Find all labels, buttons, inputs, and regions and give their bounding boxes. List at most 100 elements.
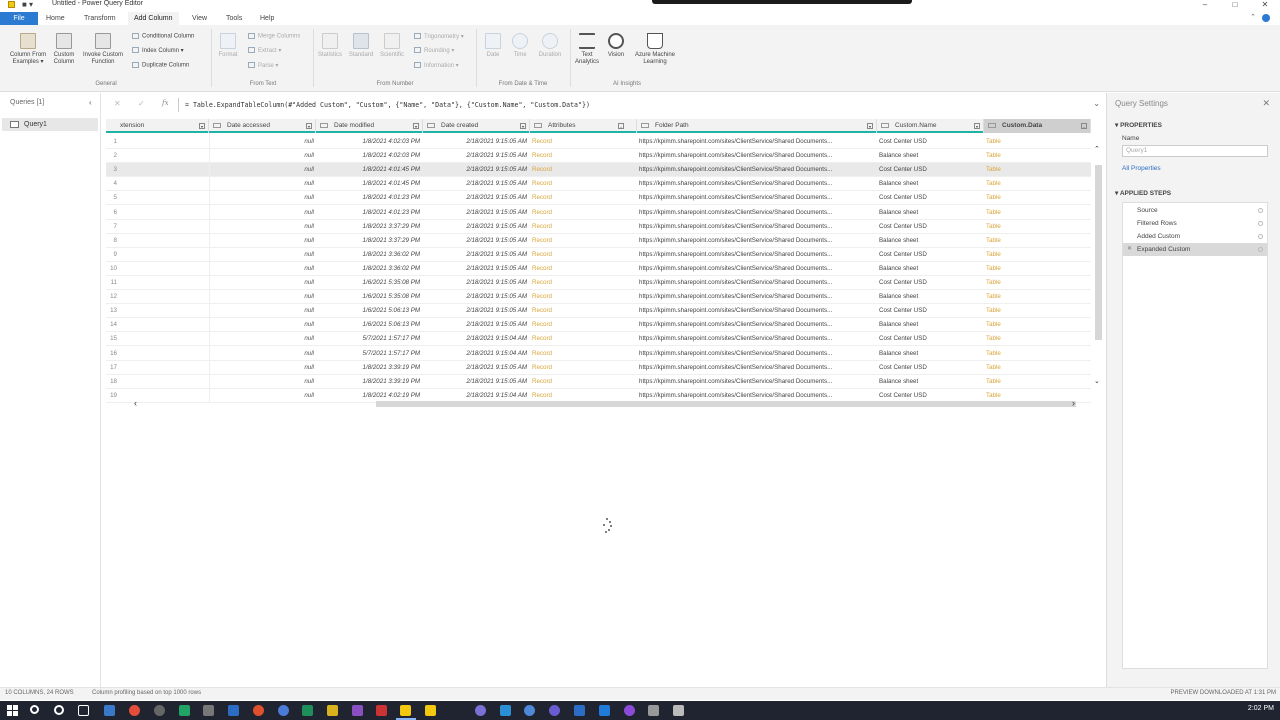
cell-attributes[interactable]: Record [532, 248, 632, 262]
profiling-status[interactable]: Column profiling based on top 1000 rows [92, 690, 201, 696]
delete-step-icon[interactable]: ✕ [1127, 243, 1132, 256]
cell-attributes[interactable]: Record [532, 135, 632, 149]
all-properties-link[interactable]: All Properties [1122, 165, 1161, 172]
formula-input[interactable]: = Table.ExpandTableColumn(#"Added Custom… [178, 98, 1092, 112]
scroll-thumb[interactable] [1095, 165, 1102, 340]
gear-icon[interactable] [1258, 221, 1263, 226]
cell-custom-data[interactable]: Table [986, 332, 1086, 346]
duration-button[interactable]: Duration [535, 33, 565, 59]
taskbar-clock[interactable]: 2:02 PM [1248, 705, 1274, 712]
cell-attributes[interactable]: Record [532, 347, 632, 361]
index-column-button[interactable]: Index Column ▾ [132, 47, 184, 54]
step-expanded-custom[interactable]: ✕ Expanded Custom [1123, 243, 1267, 256]
expand-column-icon[interactable]: ↔ [1081, 123, 1087, 129]
format-button[interactable]: Format [215, 33, 241, 59]
cell-attributes[interactable]: Record [532, 220, 632, 234]
cell-custom-data[interactable]: Table [986, 177, 1086, 191]
table-row[interactable]: 5 null 1/8/2021 4:01:23 PM 2/18/2021 9:15:0… [106, 191, 1091, 206]
app-icon[interactable] [327, 705, 338, 716]
app-icon[interactable] [278, 705, 289, 716]
expand-column-icon[interactable]: ↔ [618, 123, 624, 129]
table-row[interactable]: 3 null 1/8/2021 4:01:45 PM 2/18/2021 9:15:0… [106, 163, 1091, 178]
cell-attributes[interactable]: Record [532, 304, 632, 318]
table-row[interactable]: 15 null 5/7/2021 1:57:17 PM 2/18/2021 9:15:… [106, 332, 1091, 347]
cell-attributes[interactable]: Record [532, 276, 632, 290]
filter-dropdown-icon[interactable]: ▾ [867, 123, 873, 129]
column-header-custom-name[interactable]: Custom.Name ▾ [877, 119, 984, 133]
search-icon[interactable] [30, 705, 39, 714]
cortana-icon[interactable] [54, 705, 64, 715]
browser-icon[interactable] [253, 705, 264, 716]
file-explorer-icon[interactable] [104, 705, 115, 716]
table-row[interactable]: 11 null 1/6/2021 5:35:08 PM 2/18/2021 9:15:… [106, 276, 1091, 291]
close-icon[interactable]: ✕ [1262, 98, 1270, 109]
tab-tools[interactable]: Tools [220, 12, 248, 25]
query-item[interactable]: Query1 [2, 118, 98, 131]
pdf-icon[interactable] [376, 705, 387, 716]
table-row[interactable]: 17 null 1/8/2021 3:39:19 PM 2/18/2021 9:15:… [106, 361, 1091, 375]
scroll-up-icon[interactable]: ⌃ [1094, 145, 1100, 153]
close-button[interactable]: ✕ [1259, 0, 1271, 9]
gear-icon[interactable] [1258, 247, 1263, 252]
filter-dropdown-icon[interactable]: ▾ [306, 123, 312, 129]
filter-dropdown-icon[interactable]: ▾ [199, 123, 205, 129]
outlook-icon[interactable] [228, 705, 239, 716]
app-icon[interactable] [574, 705, 585, 716]
app-icon[interactable] [673, 705, 684, 716]
app-icon[interactable] [475, 705, 486, 716]
table-row[interactable]: 8 null 1/8/2021 3:37:29 PM 2/18/2021 9:15:0… [106, 234, 1091, 248]
cell-attributes[interactable]: Record [532, 361, 632, 375]
keyboard-icon[interactable] [203, 705, 214, 716]
cell-custom-data[interactable]: Table [986, 191, 1086, 205]
scroll-left-icon[interactable]: ‹ [134, 398, 137, 408]
tab-file[interactable]: File [0, 12, 38, 25]
chrome-icon[interactable] [129, 705, 140, 716]
table-row[interactable]: 7 null 1/8/2021 3:37:29 PM 2/18/2021 9:15:0… [106, 220, 1091, 234]
expand-formula-icon[interactable]: ⌄ [1093, 99, 1100, 108]
column-from-examples-button[interactable]: Column From Examples ▾ [6, 33, 50, 66]
scientific-button[interactable]: Scientific [377, 33, 407, 59]
cell-attributes[interactable]: Record [532, 206, 632, 220]
cell-custom-data[interactable]: Table [986, 361, 1086, 375]
cell-custom-data[interactable]: Table [986, 248, 1086, 262]
table-row[interactable]: 16 null 5/7/2021 1:57:17 PM 2/18/2021 9:15:… [106, 347, 1091, 361]
filter-dropdown-icon[interactable]: ▾ [974, 123, 980, 129]
cell-attributes[interactable]: Record [532, 149, 632, 163]
cell-custom-data[interactable]: Table [986, 318, 1086, 332]
filter-dropdown-icon[interactable]: ▾ [520, 123, 526, 129]
app-icon[interactable] [549, 705, 560, 716]
restore-button[interactable]: □ [1229, 0, 1241, 9]
date-button[interactable]: Date [481, 33, 505, 59]
app-icon[interactable] [500, 705, 511, 716]
table-row[interactable]: 13 null 1/6/2021 5:06:13 PM 2/18/2021 9:15:… [106, 304, 1091, 319]
tab-transform[interactable]: Transform [78, 12, 122, 25]
column-header-folder-path[interactable]: Folder Path ▾ [637, 119, 877, 133]
cancel-formula-icon[interactable]: ✕ [114, 99, 121, 108]
app-icon[interactable] [599, 705, 610, 716]
vertical-scrollbar[interactable]: ⌃ ⌄ [1094, 133, 1103, 408]
cell-attributes[interactable]: Record [532, 191, 632, 205]
properties-section[interactable]: ▾ PROPERTIES [1115, 121, 1162, 129]
time-button[interactable]: Time [508, 33, 532, 59]
step-source[interactable]: Source [1123, 204, 1267, 217]
extract-button[interactable]: Extract ▾ [248, 47, 281, 54]
tab-help[interactable]: Help [254, 12, 280, 25]
cell-attributes[interactable]: Record [532, 290, 632, 304]
azure-ml-button[interactable]: Azure Machine Learning [630, 33, 680, 66]
tab-add-column[interactable]: Add Column [128, 12, 179, 25]
table-row[interactable]: 6 null 1/8/2021 4:01:23 PM 2/18/2021 9:15:0… [106, 206, 1091, 220]
cell-custom-data[interactable]: Table [986, 347, 1086, 361]
cell-custom-data[interactable]: Table [986, 276, 1086, 290]
cell-custom-data[interactable]: Table [986, 290, 1086, 304]
settings-icon[interactable] [154, 705, 165, 716]
excel-icon[interactable] [179, 705, 190, 716]
app-icon[interactable] [648, 705, 659, 716]
table-row[interactable]: 18 null 1/8/2021 3:39:19 PM 2/18/2021 9:15:… [106, 375, 1091, 389]
column-header-date-modified[interactable]: Date modified ▾ [316, 119, 423, 133]
cell-custom-data[interactable]: Table [986, 262, 1086, 276]
scroll-right-icon[interactable]: › [1072, 398, 1075, 408]
visual-studio-icon[interactable] [352, 705, 363, 716]
tab-view[interactable]: View [186, 12, 213, 25]
parse-button[interactable]: Parse ▾ [248, 62, 278, 69]
cell-custom-data[interactable]: Table [986, 234, 1086, 248]
